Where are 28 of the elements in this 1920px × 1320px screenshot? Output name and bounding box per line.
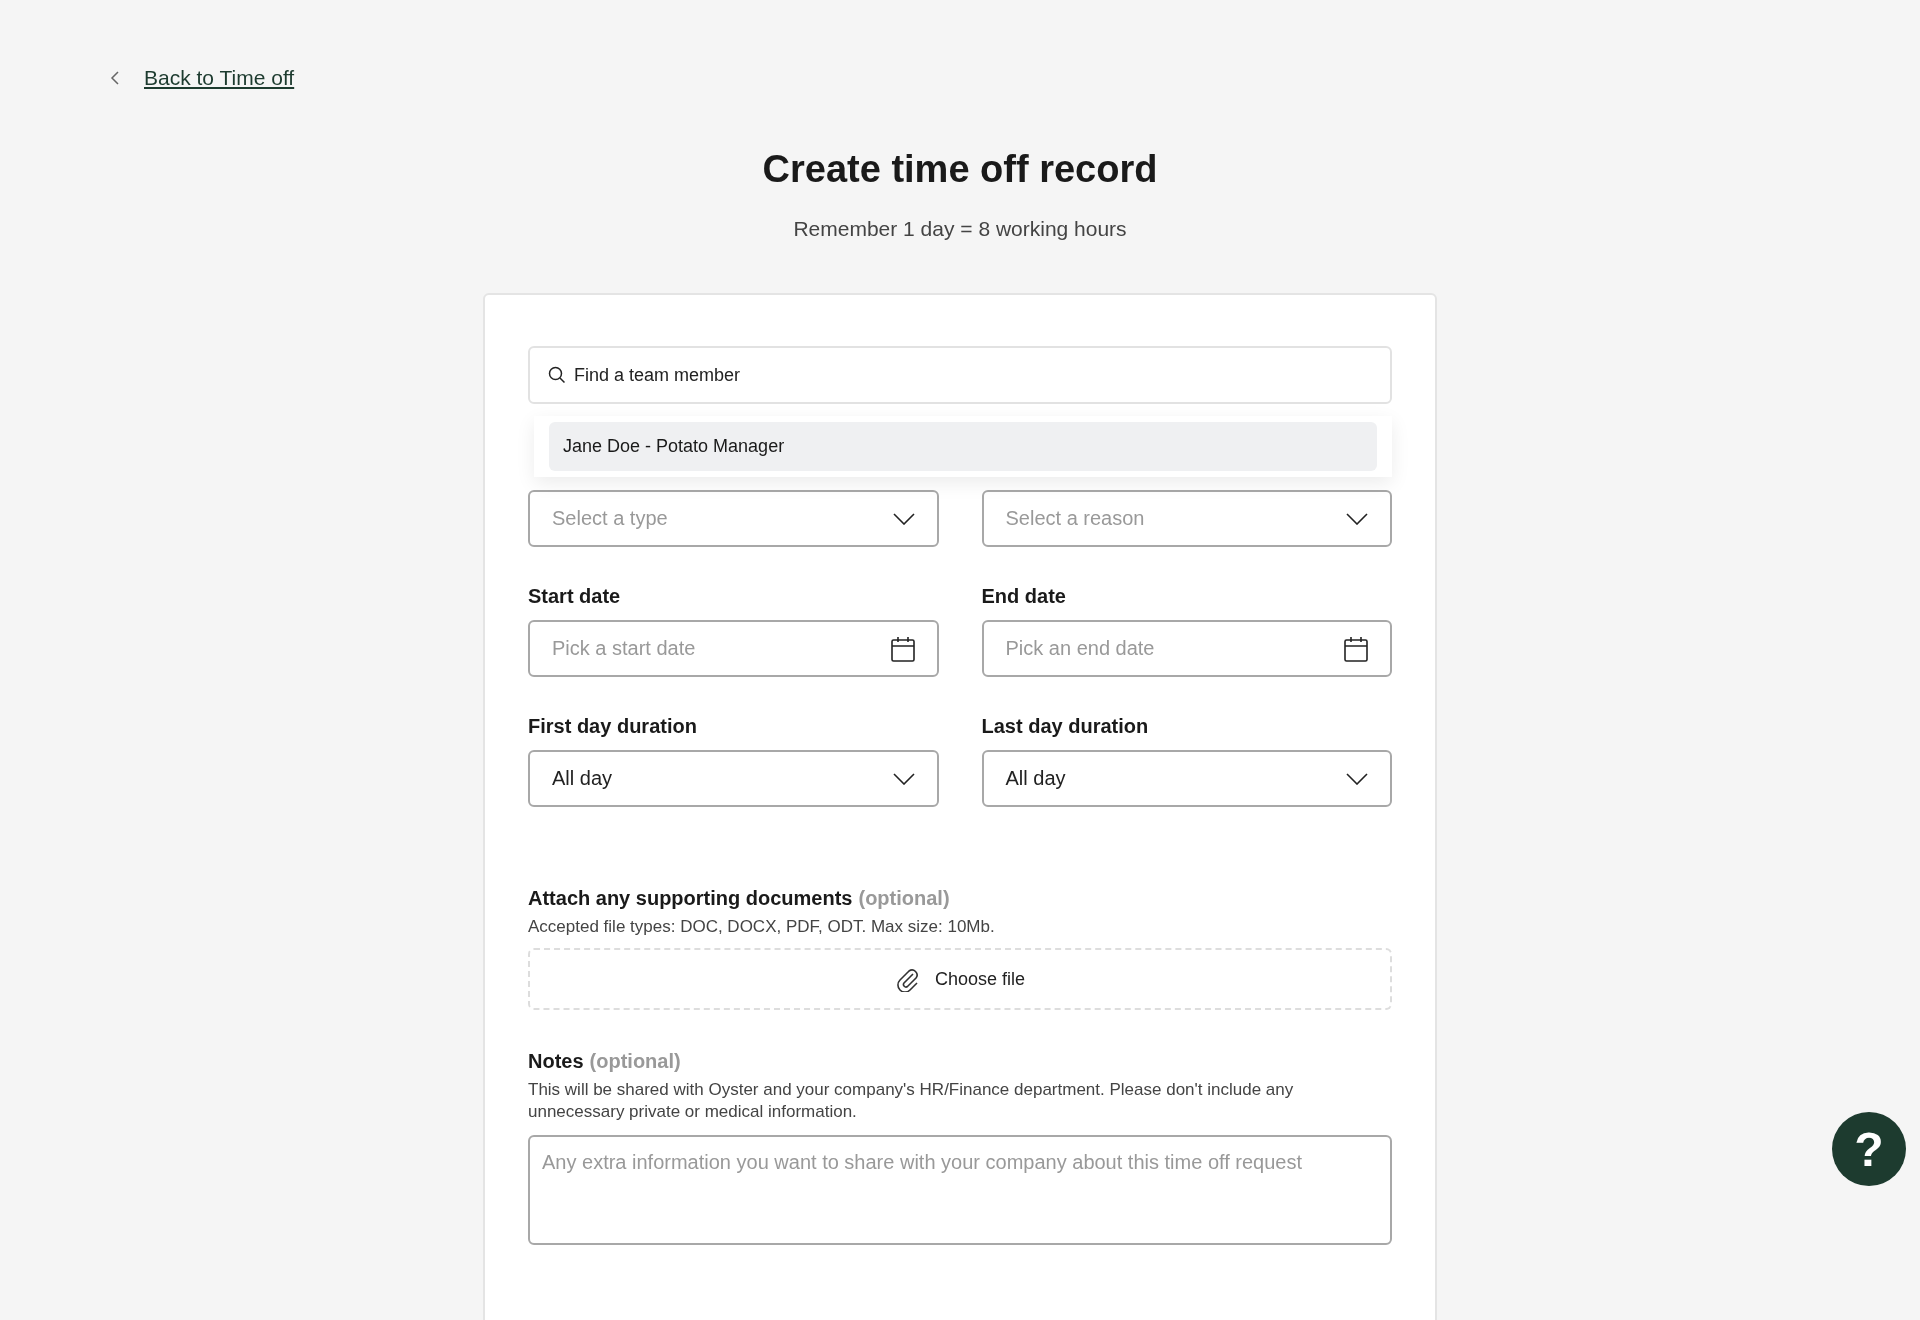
hint-text: Accepted file types: DOC, DOCX, PDF, ODT. Max size: 10Mb.: [528, 916, 996, 938]
page-title: Create time off record: [761, 148, 1159, 191]
optional-tag: (optional): [858, 887, 950, 910]
help-button[interactable]: ?: [1832, 1112, 1906, 1186]
chevron-down-icon: [892, 772, 915, 785]
field-label: First day duration: [528, 715, 698, 738]
search-field[interactable]: Find a team member: [528, 346, 1392, 404]
chevron-down-icon: [1346, 512, 1368, 525]
field-label: Last day duration: [981, 715, 1150, 738]
chevron-down-icon: [892, 512, 915, 525]
chevron-down-icon: [1346, 772, 1368, 785]
field-label: End date: [981, 585, 1067, 608]
select-field[interactable]: All day: [528, 750, 939, 807]
page-subtitle: Remember 1 day = 8 working hours: [792, 217, 1128, 241]
hint-text: This will be shared with Oyster and your company's HR/Finance department. Please don't include any unnecessary private or medical information.: [528, 1079, 1295, 1123]
field-label: Start date: [528, 585, 622, 608]
optional-tag: (optional): [589, 1050, 681, 1073]
chevron-left-icon: [110, 70, 120, 86]
back-link[interactable]: Back to Time off: [144, 66, 295, 90]
section-label: Attach any supporting documents: [528, 887, 853, 910]
search-result-item[interactable]: Jane Doe - Potato Manager: [549, 422, 1377, 471]
choose-file-button[interactable]: Choose file: [528, 948, 1392, 1010]
section-label: Notes: [528, 1050, 584, 1073]
calendar-icon: [1344, 635, 1368, 662]
calendar-icon: [890, 635, 915, 662]
paperclip-icon: [894, 966, 921, 992]
notes-field[interactable]: Any extra information you want to share with your company about this time off request: [528, 1135, 1392, 1245]
select-field[interactable]: All day: [981, 750, 1392, 807]
